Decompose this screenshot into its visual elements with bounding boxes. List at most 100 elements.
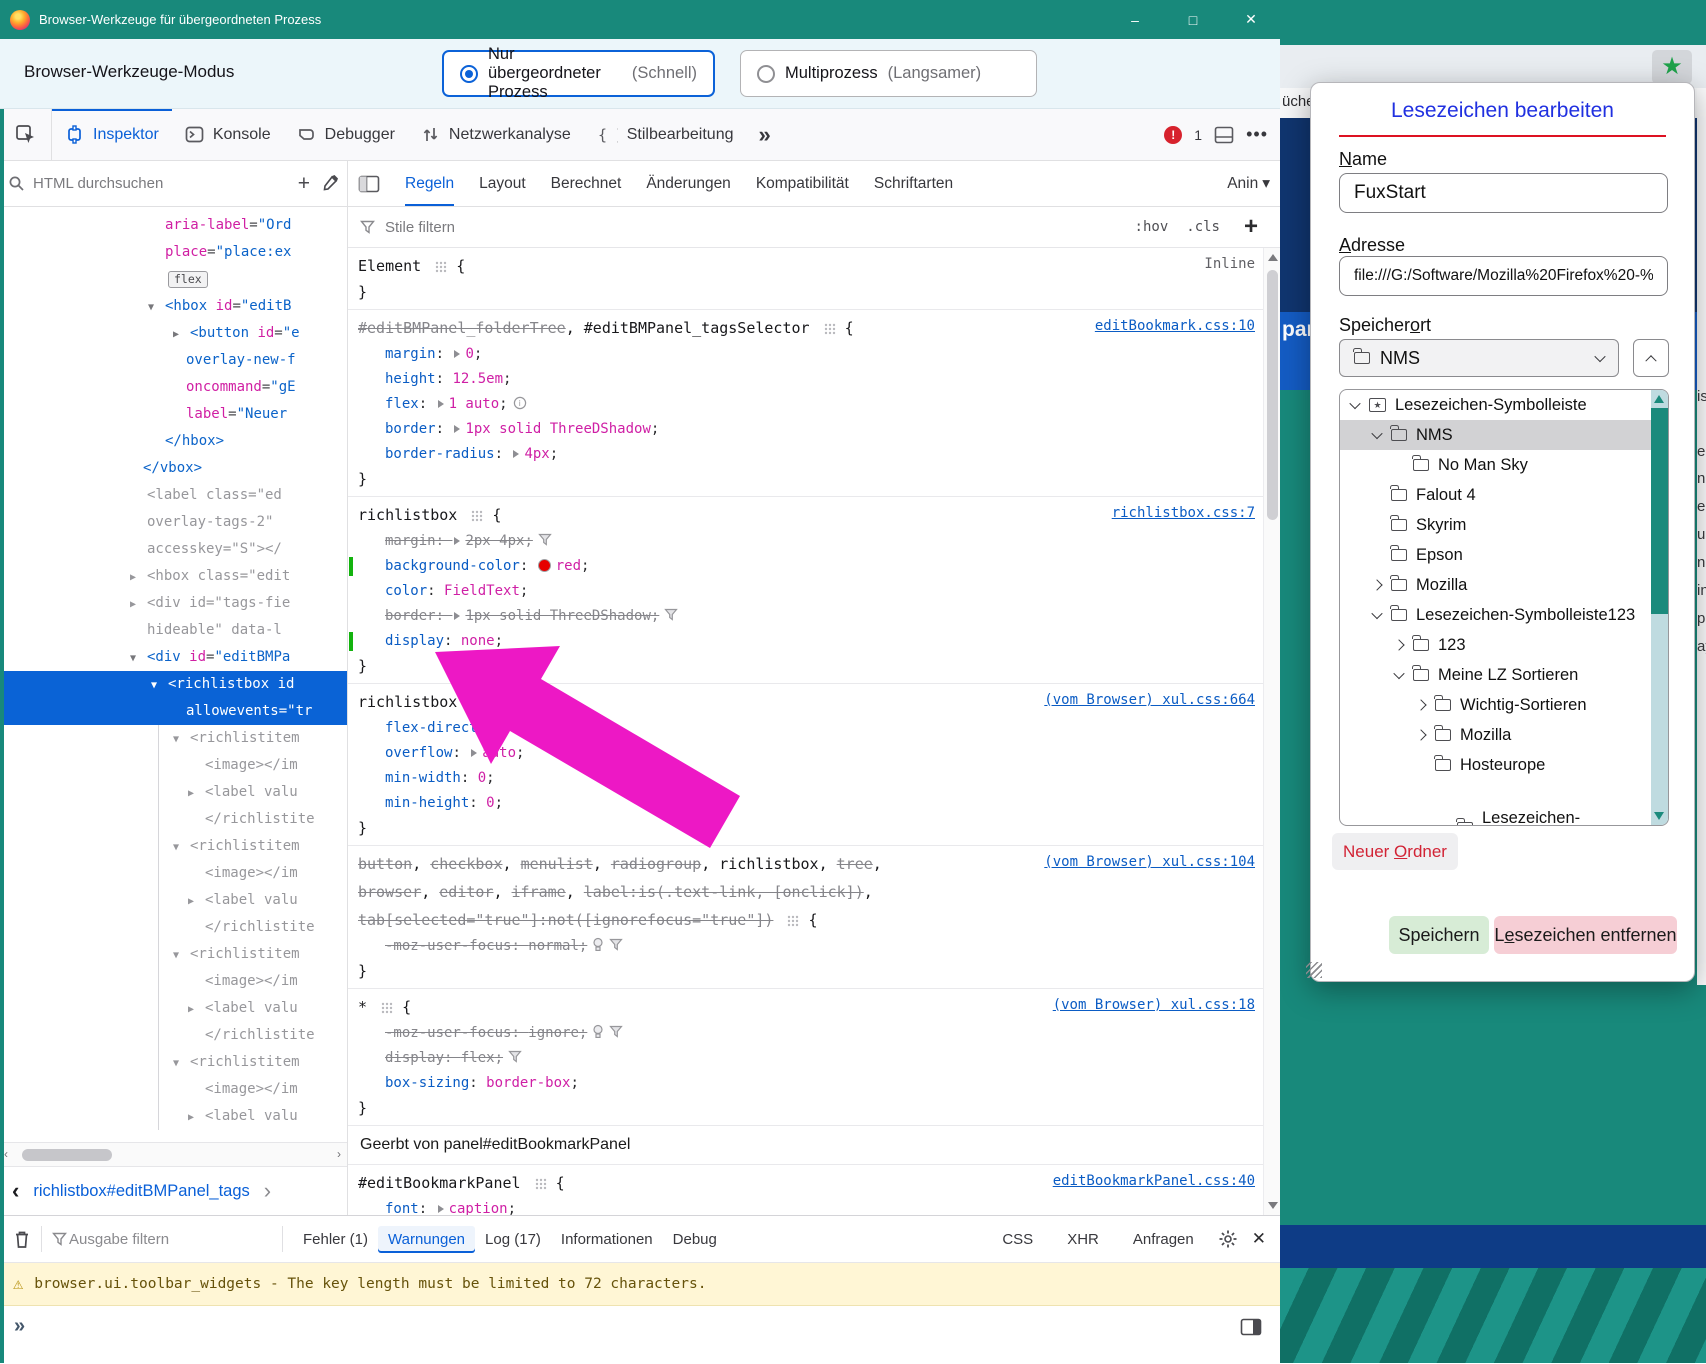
markup-line[interactable]: ▼<div id="editBMPa: [0, 644, 347, 671]
scroll-left-icon[interactable]: ‹: [4, 1147, 8, 1161]
breadcrumb-selected[interactable]: richlistbox#editBMPanel_tags: [33, 1182, 249, 1201]
more-tabs-button[interactable]: »: [747, 109, 783, 160]
bookmark-star-button[interactable]: ★: [1652, 50, 1692, 84]
maximize-button[interactable]: □: [1164, 0, 1222, 39]
css-declaration[interactable]: -moz-user-focus: ignore;: [348, 1021, 1263, 1046]
tab-inspektor[interactable]: Inspektor: [52, 109, 172, 160]
markup-line[interactable]: oncommand="gE: [0, 374, 347, 401]
console-tab-debug[interactable]: Debug: [663, 1226, 727, 1253]
css-declaration[interactable]: color: FieldText;: [348, 579, 1263, 604]
markup-line[interactable]: ▶<label valu: [0, 779, 347, 806]
css-declaration[interactable]: border: 1px solid ThreeDShadow;: [348, 604, 1263, 629]
folder-tree-item[interactable]: Skyrim: [1340, 510, 1668, 540]
markup-line[interactable]: <image></im: [0, 968, 347, 995]
css-declaration[interactable]: border-radius: 4px;: [348, 442, 1263, 467]
stylesheet-link[interactable]: editBookmark.css:10: [1095, 318, 1255, 334]
markup-line[interactable]: ▼<richlistbox id: [0, 671, 347, 698]
markup-line[interactable]: ▶<button id="e: [0, 320, 347, 347]
console-tab-anfragen[interactable]: Anfragen: [1123, 1226, 1204, 1253]
css-declaration[interactable]: overflow: auto;: [348, 741, 1263, 766]
markup-line[interactable]: <image></im: [0, 752, 347, 779]
tab-aenderungen[interactable]: Änderungen: [646, 161, 730, 206]
markup-line[interactable]: ▼<richlistitem: [0, 725, 347, 752]
scroll-down-icon[interactable]: [1654, 812, 1664, 820]
console-tab-fehler[interactable]: Fehler (1): [293, 1226, 378, 1253]
markup-line[interactable]: </richlistite: [0, 914, 347, 941]
scrollbar-thumb[interactable]: [1651, 408, 1668, 614]
tab-layout[interactable]: Layout: [479, 161, 526, 206]
tab-berechnet[interactable]: Berechnet: [551, 161, 622, 206]
markup-line[interactable]: </hbox>: [0, 428, 347, 455]
css-declaration[interactable]: background-color: red;: [348, 554, 1263, 579]
markup-line[interactable]: </richlistite: [0, 806, 347, 833]
css-selector[interactable]: browser, editor, iframe, label:is(.text-…: [348, 878, 1263, 906]
console-tab-xhr[interactable]: XHR: [1057, 1226, 1109, 1253]
mode-option-parent-process[interactable]: Nur übergeordneter Prozess (Schnell): [442, 50, 715, 97]
class-button[interactable]: .cls: [1186, 219, 1220, 235]
console-tab-warnungen[interactable]: Warnungen: [378, 1226, 475, 1253]
css-declaration[interactable]: height: 12.5em;: [348, 367, 1263, 392]
markup-line[interactable]: accesskey="S"></: [0, 536, 347, 563]
markup-line[interactable]: flex: [0, 266, 347, 293]
css-declaration[interactable]: display: flex;: [348, 1046, 1263, 1071]
element-picker-button[interactable]: [0, 109, 52, 160]
close-button[interactable]: ✕: [1222, 0, 1280, 39]
folder-tree-item[interactable]: ★Lesezeichen-Symbolleiste: [1340, 390, 1668, 420]
markup-line[interactable]: </richlistite: [0, 1022, 347, 1049]
console-tab-css[interactable]: CSS: [992, 1226, 1043, 1253]
console-filter-input[interactable]: [67, 1230, 272, 1249]
folder-tree-item[interactable]: Mozilla: [1340, 720, 1668, 750]
style-filter-input[interactable]: [383, 218, 1117, 237]
remove-bookmark-button[interactable]: Lesezeichen entfernen: [1494, 916, 1677, 954]
markup-line[interactable]: allowevents="tr: [0, 698, 347, 725]
stylesheet-link[interactable]: (vom Browser) xul.css:18: [1053, 997, 1255, 1013]
save-button[interactable]: Speichern: [1389, 916, 1489, 954]
markup-line[interactable]: <label class="ed: [0, 482, 347, 509]
gear-icon[interactable]: [1218, 1229, 1238, 1249]
folder-tree-item[interactable]: Wichtig-Sortieren: [1340, 690, 1668, 720]
console-warning-row[interactable]: ⚠ browser.ui.toolbar_widgets - The key l…: [0, 1263, 1280, 1306]
markup-line[interactable]: ▶<label valu: [0, 995, 347, 1022]
new-folder-button[interactable]: Neuer Ordner: [1332, 833, 1458, 870]
name-field[interactable]: [1339, 173, 1668, 213]
three-pane-toggle-icon[interactable]: [358, 175, 380, 193]
stylesheet-link[interactable]: Inline: [1204, 256, 1255, 272]
add-node-button[interactable]: +: [294, 172, 314, 196]
add-rule-button[interactable]: +: [1244, 213, 1258, 241]
folder-tree-item[interactable]: 123: [1340, 630, 1668, 660]
dock-sidebar-icon[interactable]: [1240, 1318, 1262, 1336]
css-declaration[interactable]: margin: 0;: [348, 342, 1263, 367]
search-input[interactable]: [31, 174, 288, 193]
markup-line[interactable]: place="place:ex: [0, 239, 347, 266]
close-console-icon[interactable]: ✕: [1252, 1229, 1266, 1249]
folder-tree-item[interactable]: No Man Sky: [1340, 450, 1668, 480]
css-declaration[interactable]: border: 1px solid ThreeDShadow;: [348, 417, 1263, 442]
markup-line[interactable]: overlay-tags-2": [0, 509, 347, 536]
trash-icon[interactable]: [13, 1229, 31, 1249]
resize-gripper-icon[interactable]: [1306, 962, 1322, 978]
markup-line[interactable]: </vbox>: [0, 455, 347, 482]
folder-tree-item[interactable]: Hosteurope: [1340, 750, 1668, 780]
markup-line[interactable]: ▶<label valu: [0, 1103, 347, 1130]
css-declaration[interactable]: font: caption;: [348, 1197, 1263, 1215]
markup-line[interactable]: overlay-new-f: [0, 347, 347, 374]
tab-netzwerkanalyse[interactable]: Netzwerkanalyse: [408, 109, 584, 160]
scroll-down-icon[interactable]: [1268, 1202, 1278, 1209]
scroll-right-icon[interactable]: ›: [337, 1147, 341, 1161]
tab-debugger[interactable]: Debugger: [284, 109, 408, 160]
scroll-up-icon[interactable]: [1268, 254, 1278, 261]
folder-tree-item[interactable]: Epson: [1340, 540, 1668, 570]
markup-line[interactable]: ▼<richlistitem: [0, 833, 347, 860]
stylesheet-link[interactable]: (vom Browser) xul.css:104: [1044, 854, 1255, 870]
folder-tree-item[interactable]: Meine LZ Sortieren: [1340, 660, 1668, 690]
console-tab-informationen[interactable]: Informationen: [551, 1226, 663, 1253]
css-declaration[interactable]: flex: 1 auto;i: [348, 392, 1263, 417]
markup-line[interactable]: hideable" data-l: [0, 617, 347, 644]
toolbox-menu-icon[interactable]: •••: [1246, 124, 1268, 145]
tree-scrollbar[interactable]: [1651, 390, 1668, 825]
stylesheet-link[interactable]: (vom Browser) xul.css:664: [1044, 692, 1255, 708]
css-declaration[interactable]: box-sizing: border-box;: [348, 1071, 1263, 1096]
markup-line[interactable]: label="Neuer: [0, 401, 347, 428]
css-selector[interactable]: tab[selected="true"]:not([ignorefocus="t…: [348, 906, 1263, 934]
collapse-tree-button[interactable]: [1633, 339, 1669, 377]
